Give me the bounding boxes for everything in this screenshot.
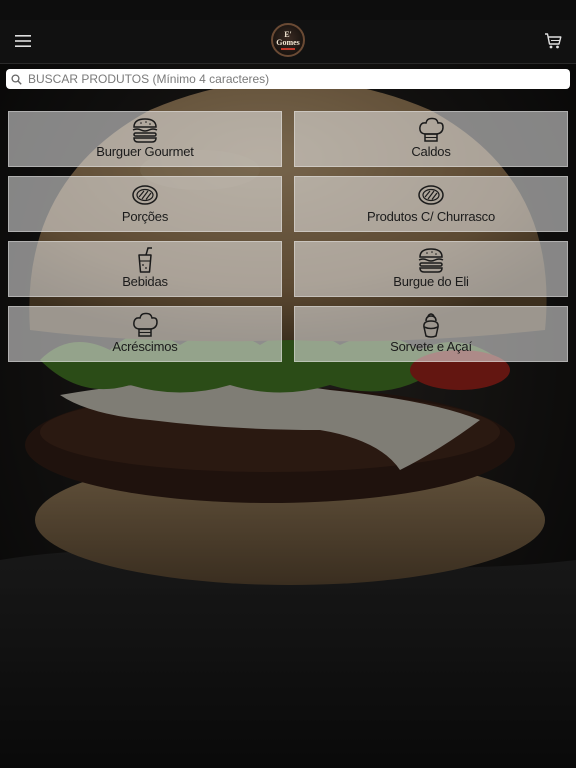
- category-label: Sorvete e Açaí: [390, 339, 472, 354]
- app-header: E' Gomes: [0, 20, 576, 64]
- category-card-acrescimos[interactable]: Acréscimos: [8, 306, 282, 362]
- category-label: Bebidas: [122, 274, 168, 289]
- drink-cup-icon: [130, 247, 160, 273]
- search-bar: [6, 69, 570, 89]
- chef-hat-icon: [130, 312, 160, 338]
- burger-icon: [416, 247, 446, 273]
- shopping-cart-icon[interactable]: [540, 28, 566, 54]
- brand-logo[interactable]: E' Gomes: [271, 23, 305, 57]
- category-card-porcoes[interactable]: Porções: [8, 176, 282, 232]
- category-label: Burgue do Eli: [393, 274, 469, 289]
- search-input[interactable]: [26, 69, 570, 89]
- category-label: Caldos: [411, 144, 451, 159]
- category-label: Produtos C/ Churrasco: [366, 209, 496, 224]
- category-label: Acréscimos: [112, 339, 178, 354]
- category-label: Porções: [121, 209, 169, 224]
- logo-stripe: [281, 47, 295, 50]
- hamburger-menu-icon[interactable]: [10, 28, 36, 54]
- category-card-produtos-churrasco[interactable]: Produtos C/ Churrasco: [294, 176, 568, 232]
- category-label: Burguer Gourmet: [96, 144, 194, 159]
- burger-icon: [130, 117, 160, 143]
- category-card-burguer-gourmet[interactable]: Burguer Gourmet: [8, 111, 282, 167]
- logo-text: E' Gomes: [276, 29, 300, 47]
- grill-meat-icon: [416, 182, 446, 208]
- status-bar: [0, 0, 576, 20]
- category-card-caldos[interactable]: Caldos: [294, 111, 568, 167]
- ice-cream-icon: [416, 312, 446, 338]
- search-icon: [6, 69, 26, 89]
- category-card-burgue-do-eli[interactable]: Burgue do Eli: [294, 241, 568, 297]
- category-card-sorvete-acai[interactable]: Sorvete e Açaí: [294, 306, 568, 362]
- category-card-bebidas[interactable]: Bebidas: [8, 241, 282, 297]
- grill-meat-icon: [130, 182, 160, 208]
- chef-hat-icon: [416, 117, 446, 143]
